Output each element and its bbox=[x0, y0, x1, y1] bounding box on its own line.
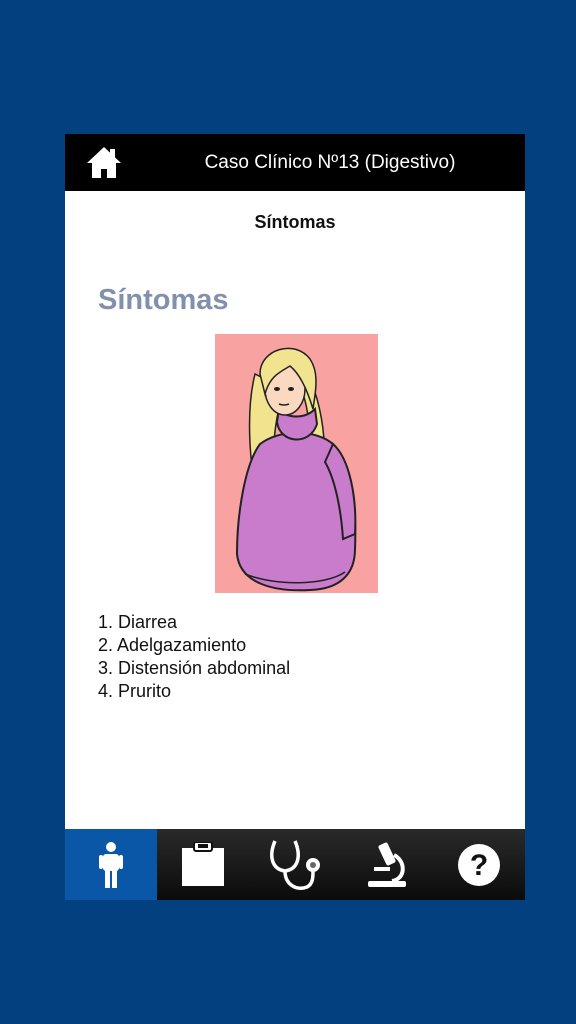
tab-help[interactable]: ? bbox=[433, 829, 525, 900]
tab-exam[interactable] bbox=[249, 829, 341, 900]
microscope-icon bbox=[368, 842, 406, 887]
page-title: Caso Clínico Nº13 (Digestivo) bbox=[204, 152, 456, 173]
app-window: Caso Clínico Nº13 (Digestivo) Síntomas S… bbox=[65, 134, 525, 900]
stethoscope-icon bbox=[270, 839, 320, 890]
bottom-tab-bar: ? bbox=[65, 829, 525, 900]
help-icon: ? bbox=[458, 843, 500, 886]
tab-lab[interactable] bbox=[341, 829, 433, 900]
clipboard-icon bbox=[182, 841, 224, 886]
tab-patient[interactable] bbox=[65, 829, 157, 900]
patient-illustration bbox=[215, 334, 378, 593]
list-item: 4. Prurito bbox=[98, 681, 172, 701]
tab-history[interactable] bbox=[157, 829, 249, 900]
symptom-list: 1. Diarrea 2. Adelgazamiento 3. Distensi… bbox=[98, 611, 290, 703]
list-item: 1. Diarrea bbox=[98, 612, 178, 632]
svg-text:?: ? bbox=[470, 849, 488, 882]
section-header: Síntomas bbox=[254, 212, 336, 232]
list-item: 2. Adelgazamiento bbox=[98, 635, 247, 655]
content-heading: Síntomas bbox=[98, 284, 229, 316]
home-icon bbox=[87, 147, 121, 178]
person-icon bbox=[99, 841, 123, 888]
list-item: 3. Distensión abdominal bbox=[98, 658, 291, 678]
top-bar: Caso Clínico Nº13 (Digestivo) bbox=[65, 134, 525, 191]
home-button[interactable] bbox=[85, 144, 123, 182]
